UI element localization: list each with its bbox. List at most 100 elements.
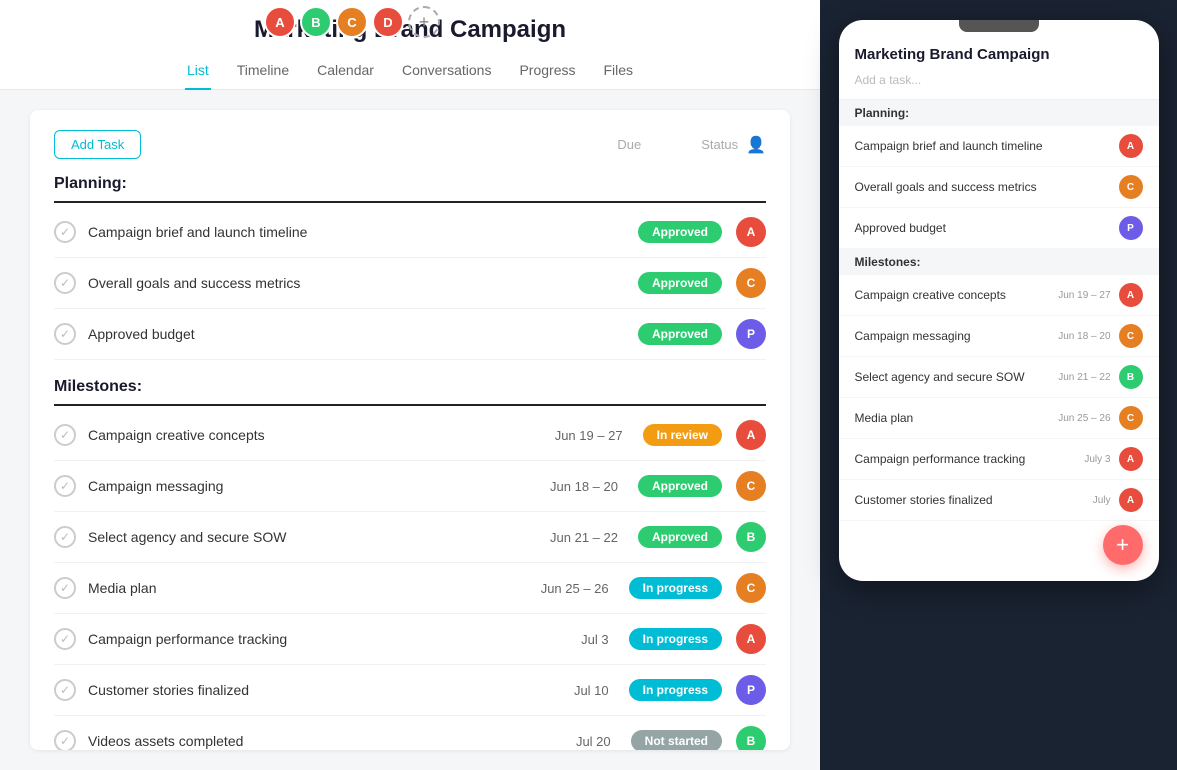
phone-task-date: Jun 21 – 22: [1058, 372, 1110, 383]
avatar-3[interactable]: C: [336, 6, 368, 38]
phone-task-row: Campaign performance tracking July 3 A: [839, 439, 1159, 480]
task-name: Customer stories finalized: [88, 682, 574, 698]
phone-task-date: Jun 19 – 27: [1058, 290, 1110, 301]
task-avatar: A: [736, 624, 766, 654]
avatar-2[interactable]: B: [300, 6, 332, 38]
status-badge: Not started: [631, 730, 722, 750]
phone-task-name: Campaign creative concepts: [855, 288, 1059, 302]
task-avatar: C: [736, 471, 766, 501]
task-checkbox[interactable]: ✓: [54, 577, 76, 599]
task-name: Campaign messaging: [88, 478, 550, 494]
phone-task-name: Customer stories finalized: [855, 493, 1093, 507]
task-date: Jul 20: [576, 734, 611, 749]
task-date: Jul 3: [581, 632, 608, 647]
phone-add-task[interactable]: Add a task...: [855, 69, 1143, 91]
task-date: Jun 21 – 22: [550, 530, 618, 545]
phone-avatar: B: [1119, 365, 1143, 389]
phone-avatar: A: [1119, 447, 1143, 471]
task-avatar: B: [736, 726, 766, 750]
phone-task-date: July: [1093, 495, 1111, 506]
task-checkbox[interactable]: ✓: [54, 526, 76, 548]
tab-progress[interactable]: Progress: [517, 54, 577, 90]
due-label: Due: [617, 137, 641, 152]
tab-list[interactable]: List: [185, 54, 211, 90]
task-avatar: P: [736, 675, 766, 705]
task-avatar: A: [736, 217, 766, 247]
user-icon: 👤: [746, 135, 766, 155]
phone-task-date: Jun 18 – 20: [1058, 331, 1110, 342]
phone-task-row: Campaign creative concepts Jun 19 – 27 A: [839, 275, 1159, 316]
task-checkbox[interactable]: ✓: [54, 221, 76, 243]
task-avatar: C: [736, 573, 766, 603]
phone-task-name: Campaign performance tracking: [855, 452, 1085, 466]
mobile-panel: Marketing Brand Campaign Add a task... P…: [820, 0, 1177, 757]
task-row: ✓ Media plan Jun 25 – 26 In progress C: [54, 563, 766, 614]
task-checkbox[interactable]: ✓: [54, 272, 76, 294]
phone-task-name: Campaign brief and launch timeline: [855, 139, 1119, 153]
task-row: ✓ Overall goals and success metrics Appr…: [54, 258, 766, 309]
phone-task-name: Approved budget: [855, 221, 1119, 235]
task-row: ✓ Approved budget Approved P: [54, 309, 766, 360]
task-checkbox[interactable]: ✓: [54, 424, 76, 446]
phone-task-name: Select agency and secure SOW: [855, 370, 1059, 384]
phone-avatar: C: [1119, 175, 1143, 199]
tab-calendar[interactable]: Calendar: [315, 54, 376, 90]
phone-avatar: A: [1119, 488, 1143, 512]
phone-fab-button[interactable]: +: [1103, 525, 1143, 565]
task-date: Jun 25 – 26: [541, 581, 609, 596]
phone-milestones-header: Milestones:: [839, 249, 1159, 275]
task-checkbox[interactable]: ✓: [54, 475, 76, 497]
phone-title: Marketing Brand Campaign: [855, 46, 1143, 63]
phone-task-row: Select agency and secure SOW Jun 21 – 22…: [839, 357, 1159, 398]
phone-notch: [959, 20, 1039, 32]
phone-header: Marketing Brand Campaign Add a task...: [839, 32, 1159, 100]
task-row: ✓ Campaign brief and launch timeline App…: [54, 207, 766, 258]
status-badge: Approved: [638, 221, 722, 243]
phone-task-name: Media plan: [855, 411, 1059, 425]
task-date: Jun 18 – 20: [550, 479, 618, 494]
phone-task-row: Media plan Jun 25 – 26 C: [839, 398, 1159, 439]
phone-planning-header: Planning:: [839, 100, 1159, 126]
planning-section-header: Planning:: [54, 175, 766, 203]
phone-task-row: Campaign brief and launch timeline A: [839, 126, 1159, 167]
tab-files[interactable]: Files: [601, 54, 635, 90]
task-avatar: B: [736, 522, 766, 552]
task-row: ✓ Campaign creative concepts Jun 19 – 27…: [54, 410, 766, 461]
task-name: Media plan: [88, 580, 541, 596]
task-checkbox[interactable]: ✓: [54, 679, 76, 701]
task-name: Campaign performance tracking: [88, 631, 581, 647]
phone-task-date: July 3: [1084, 454, 1110, 465]
avatar-1[interactable]: A: [264, 6, 296, 38]
nav-tabs: List Timeline Calendar Conversations Pro…: [0, 54, 820, 90]
status-badge: Approved: [638, 323, 722, 345]
phone-avatar: A: [1119, 134, 1143, 158]
add-task-button[interactable]: Add Task: [54, 130, 141, 159]
task-row: ✓ Campaign messaging Jun 18 – 20 Approve…: [54, 461, 766, 512]
task-avatar: P: [736, 319, 766, 349]
status-label: Status: [701, 137, 738, 152]
tab-timeline[interactable]: Timeline: [235, 54, 291, 90]
task-date: Jun 19 – 27: [555, 428, 623, 443]
add-avatar-button[interactable]: +: [408, 6, 440, 38]
status-badge: Approved: [638, 475, 722, 497]
phone-task-row: Approved budget P: [839, 208, 1159, 249]
task-row: ✓ Campaign performance tracking Jul 3 In…: [54, 614, 766, 665]
avatar-4[interactable]: D: [372, 6, 404, 38]
task-name: Campaign brief and launch timeline: [88, 224, 638, 240]
task-list-container: Add Task Due Status 👤 Planning: ✓ Campai…: [30, 110, 790, 750]
task-name: Select agency and secure SOW: [88, 529, 550, 545]
status-badge: In progress: [629, 628, 722, 650]
task-checkbox[interactable]: ✓: [54, 323, 76, 345]
phone-avatar: C: [1119, 406, 1143, 430]
status-badge: Approved: [638, 526, 722, 548]
status-badge: In review: [643, 424, 722, 446]
task-name: Videos assets completed: [88, 733, 576, 749]
status-badge: Approved: [638, 272, 722, 294]
phone-frame: Marketing Brand Campaign Add a task... P…: [839, 20, 1159, 581]
task-checkbox[interactable]: ✓: [54, 628, 76, 650]
task-checkbox[interactable]: ✓: [54, 730, 76, 750]
status-badge: In progress: [629, 679, 722, 701]
tab-conversations[interactable]: Conversations: [400, 54, 494, 90]
main-area: Marketing Brand Campaign A B C D + List …: [0, 0, 820, 770]
header-avatars: A B C D +: [264, 6, 440, 38]
